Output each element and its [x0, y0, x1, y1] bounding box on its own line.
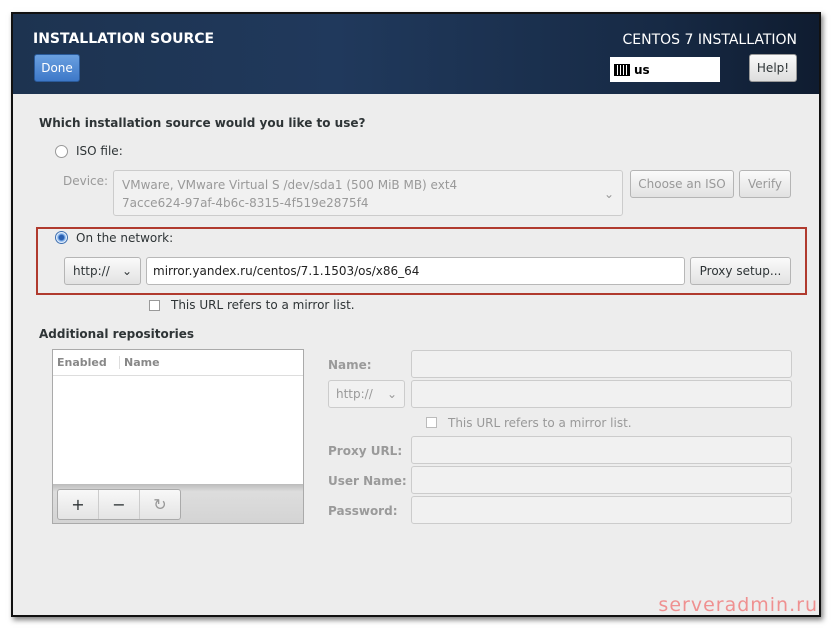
help-button[interactable]: Help!	[749, 54, 797, 82]
chevron-down-icon: ⌄	[121, 264, 132, 278]
password-label: Password:	[328, 504, 398, 518]
chevron-down-icon: ⌄	[386, 387, 397, 401]
proxy-url-input[interactable]	[411, 436, 792, 464]
repo-protocol-value: http://	[336, 387, 373, 401]
device-select[interactable]: VMware, VMware Virtual S /dev/sda1 (500 …	[113, 170, 623, 216]
device-line-2: 7acce624-97af-4b6c-8315-4f519e2875f4	[122, 196, 369, 210]
mirror-list-checkbox[interactable]	[149, 300, 160, 311]
repo-mirror-label: This URL refers to a mirror list.	[448, 416, 632, 430]
keyboard-layout-label: us	[634, 62, 650, 77]
repo-protocol-select[interactable]: http:// ⌄	[328, 380, 405, 408]
proxy-setup-button[interactable]: Proxy setup...	[690, 257, 791, 285]
url-input[interactable]: mirror.yandex.ru/centos/7.1.1503/os/x86_…	[146, 257, 685, 285]
device-line-1: VMware, VMware Virtual S /dev/sda1 (500 …	[122, 178, 458, 192]
repo-name-input[interactable]	[411, 350, 792, 378]
user-name-label: User Name:	[328, 474, 407, 488]
network-label: On the network:	[76, 231, 174, 245]
repo-url-input[interactable]	[411, 380, 792, 408]
refresh-icon[interactable]: ↻	[140, 490, 180, 519]
password-input[interactable]	[411, 496, 792, 524]
protocol-select[interactable]: http:// ⌄	[64, 257, 141, 285]
mirror-list-label: This URL refers to a mirror list.	[171, 298, 355, 312]
repos-table: Enabled Name + − ↻	[52, 349, 304, 524]
remove-repo-button[interactable]: −	[99, 490, 140, 519]
iso-file-radio[interactable]	[55, 145, 68, 158]
installer-window: INSTALLATION SOURCE Done CENTOS 7 INSTAL…	[11, 12, 821, 617]
repos-toolbar: + − ↻	[53, 484, 303, 523]
column-name[interactable]: Name	[120, 356, 160, 369]
protocol-value: http://	[73, 264, 110, 278]
device-label: Device:	[63, 174, 109, 188]
user-name-input[interactable]	[411, 466, 792, 494]
done-button[interactable]: Done	[34, 54, 80, 82]
keyboard-layout-indicator[interactable]: us	[610, 57, 720, 82]
proxy-url-label: Proxy URL:	[328, 444, 403, 458]
header-bar: INSTALLATION SOURCE Done CENTOS 7 INSTAL…	[13, 14, 819, 94]
additional-repos-title: Additional repositories	[39, 327, 195, 341]
chevron-down-icon: ⌄	[603, 187, 614, 201]
repo-mirror-checkbox[interactable]	[426, 417, 437, 428]
iso-file-label: ISO file:	[76, 144, 123, 158]
product-title: CENTOS 7 INSTALLATION	[622, 32, 797, 48]
source-question: Which installation source would you like…	[39, 116, 366, 130]
watermark: serveradmin.ru	[658, 594, 818, 616]
repo-name-label: Name:	[328, 358, 372, 372]
add-repo-button[interactable]: +	[58, 490, 99, 519]
network-radio[interactable]	[55, 231, 68, 244]
choose-iso-button[interactable]: Choose an ISO	[630, 170, 734, 198]
verify-button[interactable]: Verify	[739, 170, 791, 198]
column-enabled[interactable]: Enabled	[53, 356, 120, 369]
keyboard-icon	[614, 63, 630, 76]
page-title: INSTALLATION SOURCE	[33, 31, 215, 47]
